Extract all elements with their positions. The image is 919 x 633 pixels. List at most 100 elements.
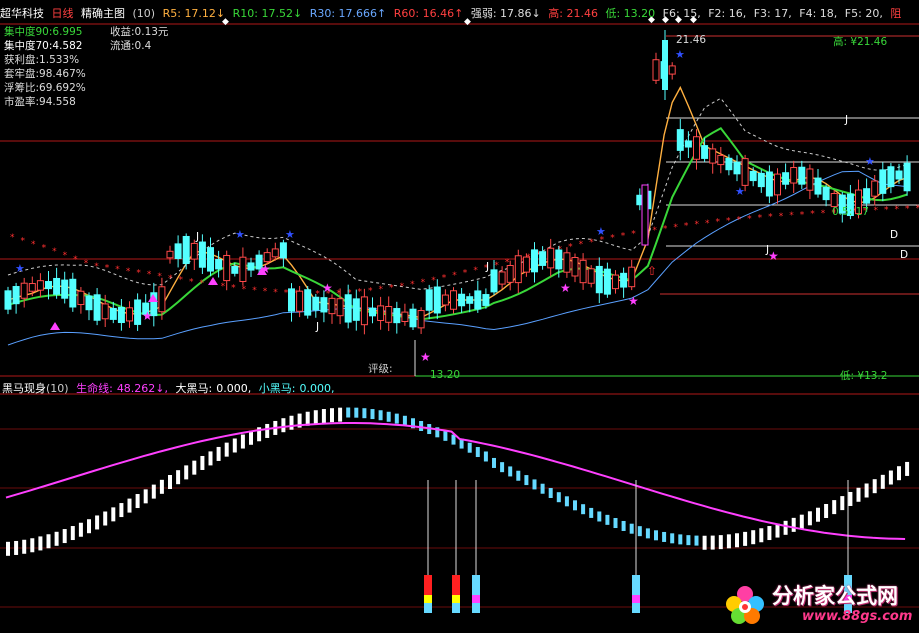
indicator-bar: [654, 530, 658, 541]
candle-body: [458, 293, 466, 307]
candle-body: [701, 145, 709, 159]
candle-body: [709, 148, 717, 164]
candle-body: [352, 298, 360, 321]
j-marker: J: [845, 114, 849, 126]
candle-body: [741, 158, 749, 186]
indicator-bar: [905, 461, 910, 476]
indicator-bar: [872, 479, 877, 494]
indicator-bar: [848, 491, 853, 506]
stat-row: 套牢盘:98.467%: [4, 68, 86, 80]
candle-body: [466, 296, 474, 304]
high-price-tag: 高: ¥21.46: [833, 36, 888, 48]
indicator-bar: [70, 526, 75, 541]
candle-body: [668, 65, 676, 75]
main-indicator-name[interactable]: 精确主图: [81, 7, 125, 20]
candle-body: [401, 311, 409, 322]
indicator-bar: [637, 526, 642, 537]
signal-star-icon: ★: [560, 281, 571, 295]
candle-body: [806, 168, 814, 191]
ma60-star: *: [421, 278, 426, 288]
candle-body: [377, 305, 385, 322]
ma60-star: *: [263, 287, 268, 297]
candle-body: [482, 294, 490, 306]
small-horse-value: 0.000,: [299, 382, 335, 395]
ma60-star: *: [895, 205, 900, 215]
candle-body: [93, 294, 101, 321]
candle-body: [514, 255, 522, 284]
ma60-star: *: [400, 282, 405, 292]
indicator-bar: [6, 541, 10, 556]
candle-body: [433, 286, 441, 314]
signal-star-icon: ★: [322, 281, 333, 295]
indicator-bar: [524, 475, 529, 486]
ma60-star: *: [789, 211, 794, 221]
candle-body: [765, 171, 773, 197]
ma60-star: *: [463, 269, 468, 279]
indicator-bar: [46, 534, 51, 549]
f4-value: F4: 18,: [799, 7, 838, 20]
small-horse-bar: [424, 603, 432, 613]
ma60-star: *: [52, 247, 57, 257]
j-marker: J: [486, 261, 490, 273]
indicator-bar: [888, 470, 893, 485]
signal-star-icon: ★: [628, 294, 639, 308]
ma60-star: *: [705, 219, 710, 229]
price-chart-canvas[interactable]: * * * * * * * * * * * * * * * * * * * * * * * * * * * * * * * * * * * * * * * *…: [0, 0, 919, 633]
candle-body: [109, 307, 117, 320]
stat-row: 获利盘:1.533%: [4, 54, 80, 66]
ma60-star: *: [568, 243, 573, 253]
indicator-bar: [321, 409, 326, 424]
indicator-bar: [548, 487, 553, 498]
candle-body: [336, 298, 344, 317]
candle-body: [304, 289, 312, 316]
signal-star-icon: ★: [865, 155, 875, 168]
ma60-star: *: [810, 210, 815, 220]
candle-body: [895, 170, 903, 180]
big-horse-bar: [452, 595, 460, 603]
candle-body: [28, 283, 36, 292]
indicator-bar: [718, 535, 723, 550]
ma60-star: *: [747, 214, 752, 224]
candle-body: [328, 297, 336, 315]
indicator-bar: [564, 496, 569, 507]
ma60-star: *: [431, 276, 436, 286]
period-label[interactable]: 日线: [52, 7, 74, 20]
indicator-bar: [597, 511, 602, 522]
level-label: 0.5: 17: [832, 206, 869, 218]
indicator-bar: [111, 507, 116, 522]
indicator-bar: [573, 500, 577, 511]
ma60-star: *: [368, 286, 373, 296]
ma60-star: *: [684, 221, 689, 231]
indicator-bar: [759, 528, 764, 543]
ma60-star: *: [221, 282, 226, 292]
indicator-bar: [95, 515, 100, 530]
candle-body: [4, 290, 12, 310]
candle-body: [296, 290, 304, 312]
indicator-bar: [200, 455, 205, 470]
indicator-name[interactable]: 黑马现身: [2, 382, 46, 395]
ma60-star: *: [73, 255, 78, 265]
candle-body: [620, 272, 628, 288]
watermark-title: 分析家公式网: [772, 584, 898, 608]
candle-body: [555, 249, 563, 270]
indicator-bar: [22, 539, 27, 554]
site-watermark: 分析家公式网 www.88gs.com: [722, 578, 919, 628]
ma60-star: *: [800, 210, 805, 220]
candle-body: [393, 308, 401, 324]
indicator-bar: [816, 507, 820, 522]
stock-name[interactable]: 超华科技: [0, 7, 44, 20]
indicator-bar: [240, 434, 245, 449]
ma60-star: *: [189, 277, 194, 287]
d-marker: D: [900, 249, 909, 261]
candle-body: [662, 40, 668, 90]
big-horse-bar: [472, 595, 480, 603]
ma60-star: *: [84, 259, 89, 269]
indicator-bar: [330, 408, 334, 423]
indicator-bar: [30, 538, 35, 553]
candle-body: [717, 154, 725, 166]
ma60-star: *: [336, 289, 341, 299]
ma60-star: *: [884, 206, 889, 216]
ma60-star: *: [737, 215, 742, 225]
indicator-bar: [192, 460, 197, 475]
lifeline-label: 生命线:: [76, 382, 113, 395]
